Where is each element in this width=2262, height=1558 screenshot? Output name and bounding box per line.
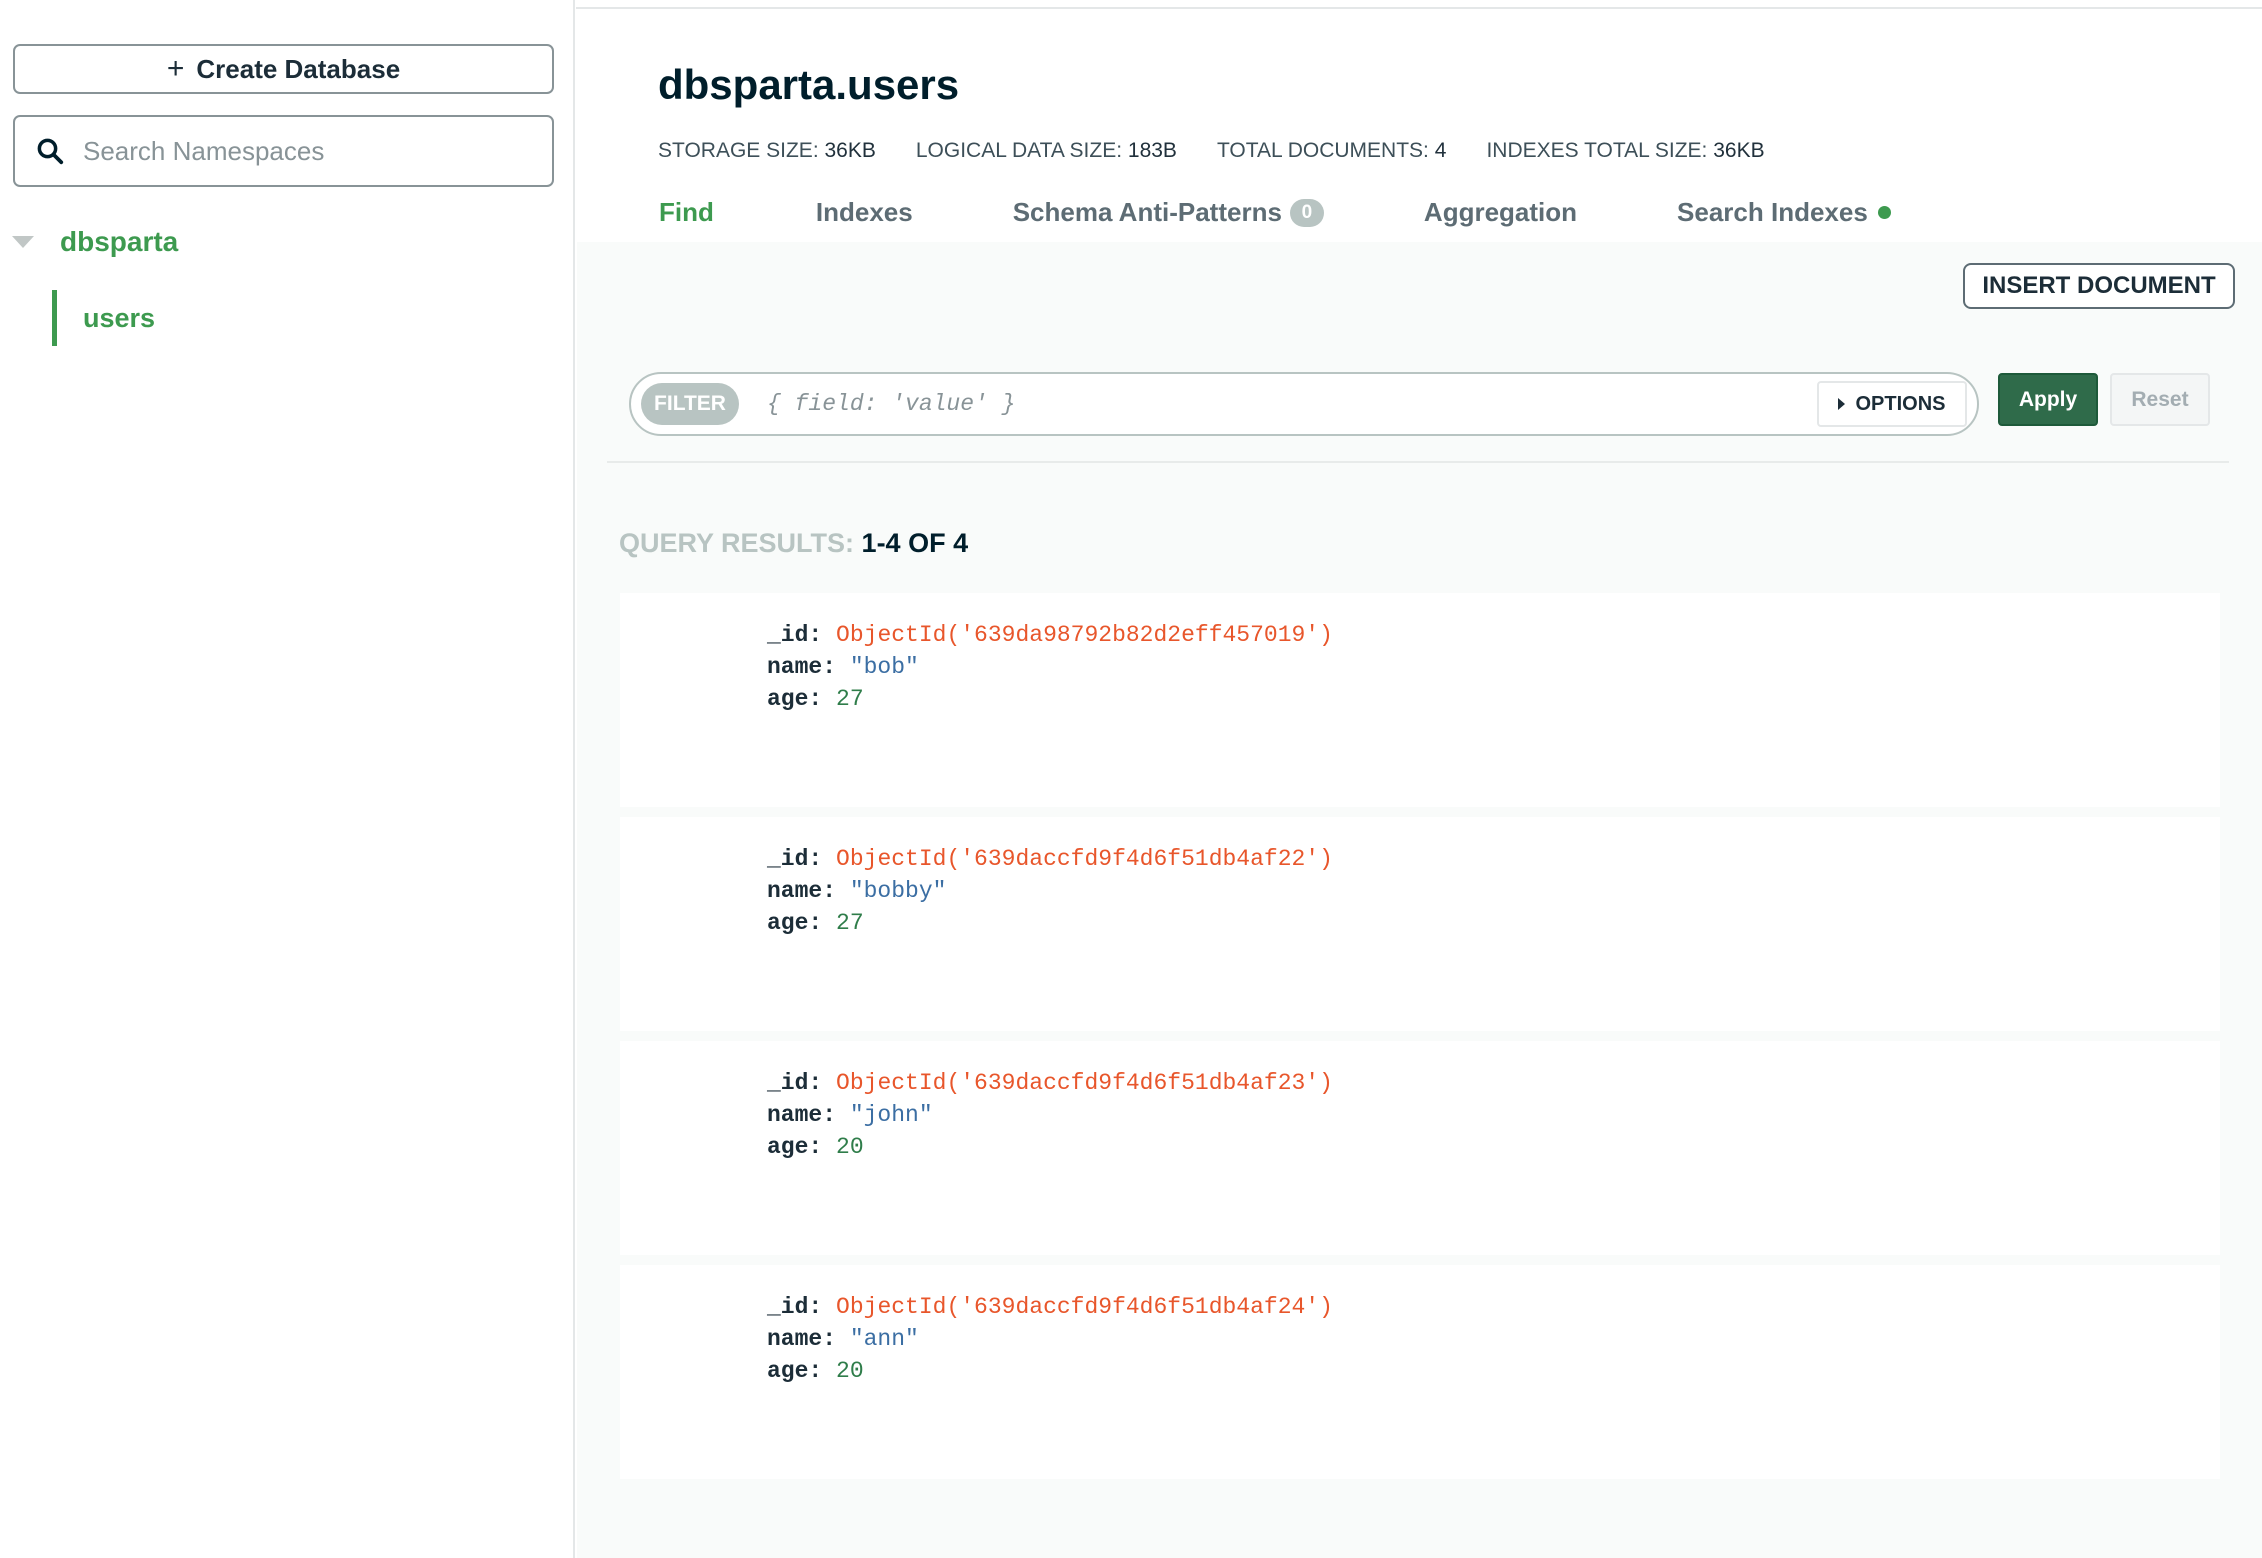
field-name: name: "ann": [767, 1323, 919, 1355]
collection-tabs: Find Indexes Schema Anti-Patterns 0 Aggr…: [659, 197, 1891, 228]
field-value: "john": [849, 1102, 933, 1128]
field-key: age:: [767, 1358, 823, 1384]
field-value: "bob": [849, 654, 919, 680]
create-database-label: Create Database: [196, 53, 401, 84]
caret-right-icon: [1838, 398, 1846, 410]
stat-label: STORAGE SIZE:: [658, 139, 819, 162]
tab-schema-anti-patterns[interactable]: Schema Anti-Patterns 0: [1013, 197, 1324, 228]
stat-total-documents: TOTAL DOCUMENTS: 4: [1217, 139, 1447, 163]
database-name: dbsparta: [60, 226, 179, 257]
field-age: age: 27: [767, 683, 864, 715]
field-value: ObjectId('639daccfd9f4d6f51db4af22'): [836, 846, 1333, 872]
tab-indexes[interactable]: Indexes: [816, 197, 913, 228]
document-card[interactable]: _id: ObjectId('639daccfd9f4d6f51db4af24'…: [620, 1265, 2220, 1479]
tab-aggregation[interactable]: Aggregation: [1424, 197, 1577, 228]
field-key: name:: [767, 878, 837, 904]
filter-input[interactable]: [767, 383, 1777, 425]
stat-label: INDEXES TOTAL SIZE:: [1486, 139, 1708, 162]
field-id: _id: ObjectId('639daccfd9f4d6f51db4af24'…: [767, 1291, 1333, 1323]
search-namespaces-box[interactable]: [13, 115, 554, 187]
tab-label: Search Indexes: [1677, 197, 1868, 227]
document-card[interactable]: _id: ObjectId('639daccfd9f4d6f51db4af22'…: [620, 817, 2220, 1031]
query-results-label: QUERY RESULTS:: [619, 528, 855, 558]
stat-storage-size: STORAGE SIZE: 36KB: [658, 139, 876, 163]
field-age: age: 27: [767, 907, 864, 939]
stat-value: 36KB: [1713, 139, 1765, 162]
field-key: age:: [767, 910, 823, 936]
search-icon: [37, 138, 64, 165]
collection-stats: STORAGE SIZE: 36KB LOGICAL DATA SIZE: 18…: [658, 139, 1765, 163]
field-value: 27: [836, 686, 864, 712]
documents-view: INSERT DOCUMENT FILTER OPTIONS Apply Res…: [577, 242, 2262, 1558]
field-key: _id:: [767, 1294, 823, 1320]
field-value: ObjectId('639daccfd9f4d6f51db4af23'): [836, 1070, 1333, 1096]
field-value: 27: [836, 910, 864, 936]
chevron-down-icon[interactable]: [12, 236, 34, 248]
field-value: 20: [836, 1358, 864, 1384]
stat-logical-data-size: LOGICAL DATA SIZE: 183B: [916, 139, 1177, 163]
status-dot-icon: [1877, 206, 1891, 219]
options-label: OPTIONS: [1855, 392, 1946, 415]
field-key: age:: [767, 686, 823, 712]
compass-window: + Create Database dbsparta users dbspart…: [0, 0, 2262, 1558]
search-namespaces-input[interactable]: [83, 135, 543, 167]
tab-label: Schema Anti-Patterns: [1012, 197, 1282, 227]
stat-indexes-total-size: INDEXES TOTAL SIZE: 36KB: [1486, 139, 1764, 163]
sidebar: + Create Database dbsparta users: [0, 0, 575, 1558]
page-title: dbsparta.users: [658, 61, 960, 108]
field-value: ObjectId('639daccfd9f4d6f51db4af24'): [836, 1294, 1333, 1320]
field-value: ObjectId('639da98792b82d2eff457019'): [836, 622, 1333, 648]
field-name: name: "bobby": [767, 875, 946, 907]
main-panel: dbsparta.users STORAGE SIZE: 36KB LOGICA…: [577, 9, 2262, 1558]
collection-name: users: [83, 302, 156, 333]
options-button[interactable]: OPTIONS: [1817, 381, 1967, 427]
field-key: name:: [767, 1326, 837, 1352]
field-name: name: "bob": [767, 651, 919, 683]
count-badge: 0: [1289, 198, 1324, 227]
document-card[interactable]: _id: ObjectId('639daccfd9f4d6f51db4af23'…: [620, 1041, 2220, 1255]
filter-label: FILTER: [641, 383, 739, 425]
tab-search-indexes[interactable]: Search Indexes: [1677, 197, 1891, 228]
field-key: name:: [767, 1102, 837, 1128]
field-value: 20: [836, 1134, 864, 1160]
stat-value: 183B: [1127, 139, 1177, 162]
stat-label: TOTAL DOCUMENTS:: [1216, 139, 1429, 162]
sidebar-item-collection[interactable]: users: [52, 290, 572, 346]
reset-button[interactable]: Reset: [2110, 373, 2210, 426]
field-key: _id:: [767, 622, 823, 648]
query-results-summary: QUERY RESULTS: 1-4 OF 4: [619, 528, 968, 559]
field-id: _id: ObjectId('639daccfd9f4d6f51db4af23'…: [767, 1067, 1333, 1099]
field-key: _id:: [767, 846, 823, 872]
field-value: "bobby": [849, 878, 947, 904]
sidebar-item-database[interactable]: dbsparta: [12, 226, 178, 258]
stat-value: 4: [1434, 139, 1447, 162]
tab-find[interactable]: Find: [659, 197, 714, 228]
plus-icon: +: [166, 52, 185, 85]
filter-bar: FILTER OPTIONS: [629, 372, 1979, 436]
create-database-button[interactable]: + Create Database: [13, 44, 554, 94]
field-key: name:: [767, 654, 837, 680]
toolbar-divider: [607, 461, 2229, 463]
field-age: age: 20: [767, 1355, 864, 1387]
stat-value: 36KB: [824, 139, 876, 162]
insert-document-button[interactable]: INSERT DOCUMENT: [1963, 263, 2235, 309]
field-age: age: 20: [767, 1131, 864, 1163]
field-key: _id:: [767, 1070, 823, 1096]
stat-label: LOGICAL DATA SIZE:: [915, 139, 1123, 162]
field-value: "ann": [849, 1326, 919, 1352]
field-id: _id: ObjectId('639da98792b82d2eff457019'…: [767, 619, 1333, 651]
query-results-count: 1-4 OF 4: [861, 528, 969, 558]
collection-header: dbsparta.users STORAGE SIZE: 36KB LOGICA…: [577, 9, 2262, 242]
field-key: age:: [767, 1134, 823, 1160]
document-card[interactable]: _id: ObjectId('639da98792b82d2eff457019'…: [620, 593, 2220, 807]
field-name: name: "john": [767, 1099, 933, 1131]
apply-button[interactable]: Apply: [1998, 373, 2098, 426]
field-id: _id: ObjectId('639daccfd9f4d6f51db4af22'…: [767, 843, 1333, 875]
